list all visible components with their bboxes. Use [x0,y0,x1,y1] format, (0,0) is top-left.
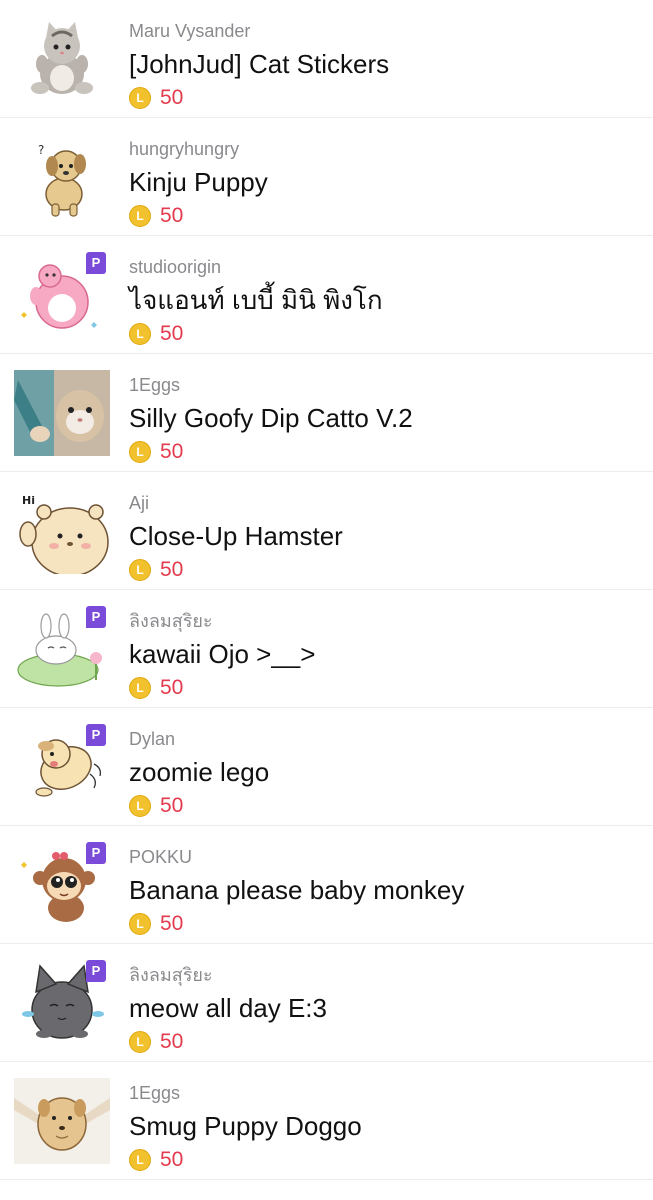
coin-icon: L [129,913,151,935]
sticker-price: L 50 [129,793,643,819]
coin-icon: L [129,1031,151,1053]
sticker-title: Banana please baby monkey [129,875,465,905]
sticker-title: kawaii Ojo >__> [129,639,316,669]
sticker-title: [JohnJud] Cat Stickers [129,49,390,79]
sticker-title: Kinju Puppy [129,167,268,197]
sticker-list-item[interactable]: P ลิงลมสุริยะ kawaii Ojo >__> L 50 [0,590,653,708]
sticker-author: POKKU [129,847,193,867]
price-amount: 50 [160,204,184,227]
sticker-price: L 50 [129,675,643,701]
sticker-author: ลิงลมสุริยะ [129,965,213,985]
sticker-title: zoomie lego [129,757,270,787]
price-amount: 50 [160,676,184,699]
coin-icon: L [129,559,151,581]
sticker-list-item[interactable]: ? hungryhungry Kinju Puppy L 50 [0,118,653,236]
premium-badge: P [86,724,106,746]
sticker-author: studioorigin [129,257,222,277]
sticker-price: L 50 [129,85,643,111]
coin-icon: L [129,323,151,345]
sticker-list-item[interactable]: 1Eggs Smug Puppy Doggo L 50 [0,1062,653,1180]
photo-cat-sticker-icon [14,370,110,456]
cat-sticker-icon [14,16,110,102]
sticker-price: L 50 [129,1147,643,1173]
coin-icon: L [129,677,151,699]
smug-puppy-sticker-icon [14,1078,110,1164]
sticker-author: ลิงลมสุริยะ [129,611,213,631]
sticker-price: L 50 [129,439,643,465]
sticker-list-item[interactable]: P studioorigin ไจแอนท์ เบบี้ มินิ พิงโก … [0,236,653,354]
sticker-list-item[interactable]: Maru Vysander [JohnJud] Cat Stickers L 5… [0,0,653,118]
sticker-list-item[interactable]: 1Eggs Silly Goofy Dip Catto V.2 L 50 [0,354,653,472]
sticker-author: Maru Vysander [129,21,251,41]
sticker-list-item[interactable]: P POKKU Banana please baby monkey L 50 [0,826,653,944]
sticker-author: 1Eggs [129,375,181,395]
sticker-price: L 50 [129,1029,643,1055]
price-amount: 50 [160,1148,184,1171]
sticker-price: L 50 [129,911,643,937]
sticker-title: meow all day E:3 [129,993,327,1023]
sticker-author: Dylan [129,729,176,749]
price-amount: 50 [160,794,184,817]
coin-icon: L [129,87,151,109]
price-amount: 50 [160,912,184,935]
sticker-price: L 50 [129,557,643,583]
sticker-list: Maru Vysander [JohnJud] Cat Stickers L 5… [0,0,653,1180]
premium-badge: P [86,252,106,274]
sticker-price: L 50 [129,203,643,229]
sticker-author: Aji [129,493,150,513]
sticker-title: ไจแอนท์ เบบี้ มินิ พิงโก [129,285,383,315]
price-amount: 50 [160,1030,184,1053]
sticker-price: L 50 [129,321,643,347]
hamster-sticker-icon: Hi [14,488,110,574]
sticker-list-item[interactable]: P Dylan zoomie lego L 50 [0,708,653,826]
sticker-title: Silly Goofy Dip Catto V.2 [129,403,413,433]
sticker-author: hungryhungry [129,139,240,159]
price-amount: 50 [160,86,184,109]
price-amount: 50 [160,558,184,581]
sticker-title: Close-Up Hamster [129,521,343,551]
premium-badge: P [86,960,106,982]
sticker-author: 1Eggs [129,1083,181,1103]
sticker-list-item[interactable]: P ลิงลมสุริยะ meow all day E:3 L 50 [0,944,653,1062]
svg-text:Hi: Hi [22,494,35,507]
sticker-title: Smug Puppy Doggo [129,1111,362,1141]
coin-icon: L [129,441,151,463]
coin-icon: L [129,1149,151,1171]
sticker-list-item[interactable]: Hi Aji Close-Up Hamster L 50 [0,472,653,590]
svg-text:?: ? [38,143,44,157]
puppy-sticker-icon: ? [14,134,110,220]
coin-icon: L [129,205,151,227]
price-amount: 50 [160,440,184,463]
price-amount: 50 [160,322,184,345]
coin-icon: L [129,795,151,817]
premium-badge: P [86,606,106,628]
premium-badge: P [86,842,106,864]
